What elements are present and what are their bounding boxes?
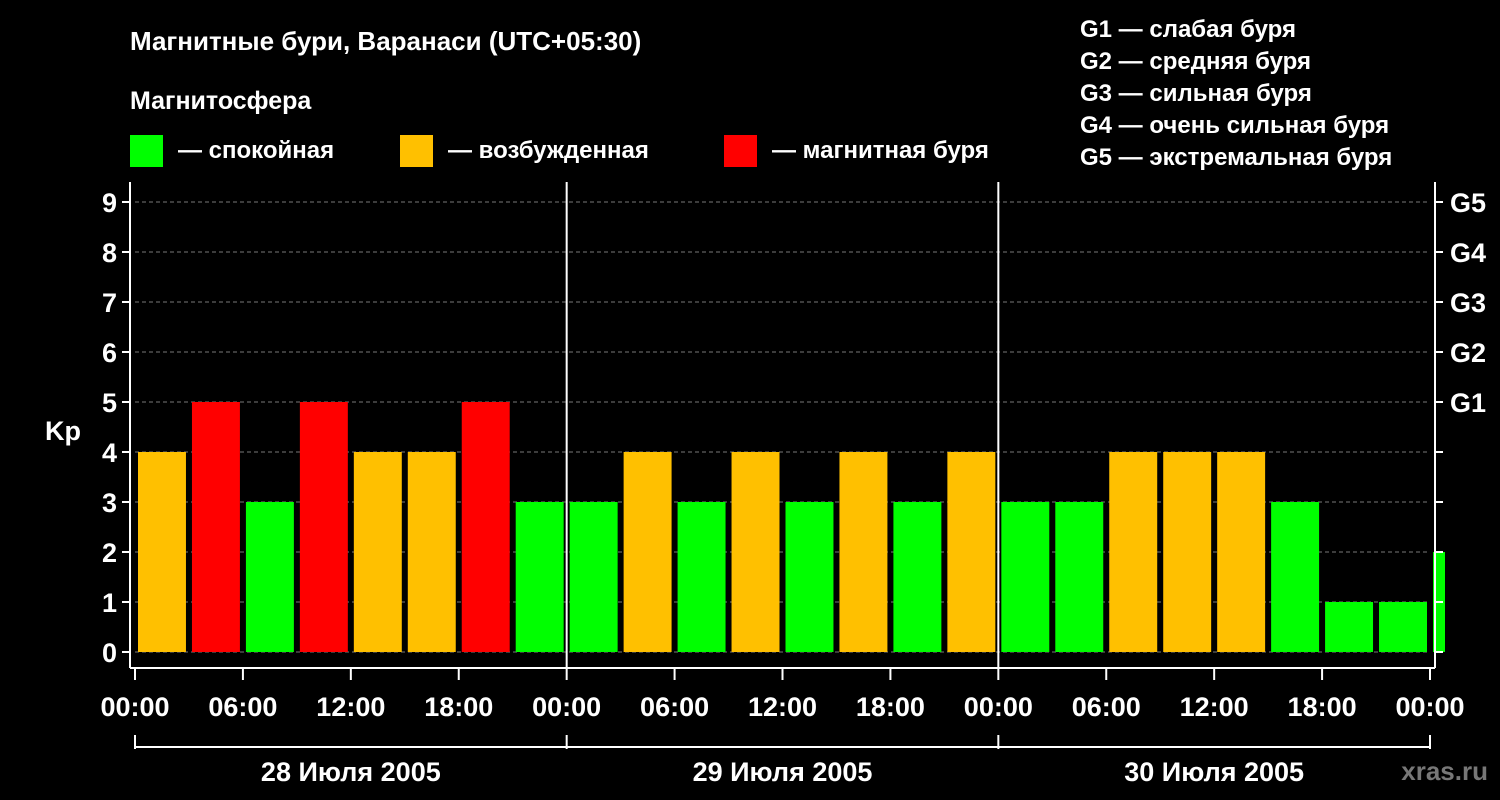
kp-bar-3 (299, 402, 348, 652)
kp-bar-20 (1217, 452, 1266, 652)
y-tick-label-4: 4 (102, 438, 117, 468)
g-scale-item-5: G5 — экстремальная буря (1080, 144, 1392, 171)
legend-swatch-2 (724, 135, 757, 167)
y-tick-label-2: 2 (102, 538, 117, 568)
g-tick-label-G2: G2 (1450, 338, 1486, 368)
g-scale-item-2: G2 — средняя буря (1080, 48, 1311, 75)
x-tick-label-7: 18:00 (856, 692, 925, 722)
magnetosphere-label: Магнитосфера (130, 87, 312, 115)
legend-label-2: — магнитная буря (772, 137, 989, 164)
y-tick-label-3: 3 (102, 488, 117, 518)
x-tick-label-1: 06:00 (208, 692, 277, 722)
kp-bar-6 (461, 402, 510, 652)
kp-bar-13 (839, 452, 888, 652)
kp-bar-14 (893, 502, 942, 652)
legend-label-1: — возбужденная (448, 137, 649, 164)
kp-bar-23 (1379, 602, 1427, 652)
kp-bar-7 (515, 502, 564, 652)
kp-bar-1 (191, 402, 240, 652)
kp-bar-8 (569, 502, 618, 652)
x-tick-label-2: 12:00 (316, 692, 385, 722)
kp-bar-11 (731, 452, 780, 652)
kp-bar-15 (947, 452, 996, 652)
kp-bar-18 (1109, 452, 1158, 652)
g-scale-item-3: G3 — сильная буря (1080, 80, 1312, 107)
x-tick-label-4: 00:00 (532, 692, 601, 722)
kp-bar-5 (407, 452, 456, 652)
g-scale-legend: G1 — слабая буря G2 — средняя буря G3 — си… (1080, 16, 1392, 171)
legend-label-0: — спокойная (178, 137, 334, 164)
chart-title: Магнитные бури, Варанаси (UTC+05:30) (130, 26, 641, 56)
kp-bar-12 (785, 502, 834, 652)
x-tick-label-3: 18:00 (424, 692, 493, 722)
y-tick-label-8: 8 (102, 238, 117, 268)
legend-swatch-1 (400, 135, 433, 167)
kp-bar-16 (1001, 502, 1050, 652)
y-tick-label-6: 6 (102, 338, 117, 368)
kp-bar-22 (1325, 602, 1374, 652)
x-tick-label-10: 12:00 (1180, 692, 1249, 722)
y-tick-label-5: 5 (102, 388, 117, 418)
g-tick-label-G3: G3 (1450, 288, 1486, 318)
day-label-1: 29 Июля 2005 (693, 757, 873, 787)
legend: — спокойная — возбужденная — магнитная бур… (130, 135, 989, 167)
kp-bar-19 (1163, 452, 1212, 652)
kp-bar-9 (623, 452, 672, 652)
x-tick-label-6: 12:00 (748, 692, 817, 722)
y-tick-label-9: 9 (102, 188, 117, 218)
kp-bar-10 (677, 502, 726, 652)
watermark: xras.ru (1401, 756, 1488, 786)
g-tick-label-G5: G5 (1450, 188, 1486, 218)
x-tick-label-8: 00:00 (964, 692, 1033, 722)
kp-bar-2 (245, 502, 294, 652)
kp-bar-21 (1271, 502, 1320, 652)
day-label-2: 30 Июля 2005 (1124, 757, 1304, 787)
y-tick-label-1: 1 (102, 588, 117, 618)
kp-bar-17 (1055, 502, 1104, 652)
x-tick-label-9: 06:00 (1072, 692, 1141, 722)
day-label-0: 28 Июля 2005 (261, 757, 441, 787)
bars (138, 402, 1445, 652)
g-tick-label-G4: G4 (1450, 238, 1486, 268)
kp-bar-4 (353, 452, 402, 652)
g-tick-label-G1: G1 (1450, 388, 1486, 418)
kp-bar-0 (138, 452, 186, 652)
y-tick-label-7: 7 (102, 288, 117, 318)
chart: Магнитные бури, Варанаси (UTC+05:30) Маг… (45, 16, 1488, 787)
x-tick-label-12: 00:00 (1395, 692, 1464, 722)
y-tick-label-0: 0 (102, 638, 117, 668)
x-tick-label-5: 06:00 (640, 692, 709, 722)
y-axis-label: Kp (45, 416, 81, 446)
x-tick-label-11: 18:00 (1288, 692, 1357, 722)
legend-swatch-0 (130, 135, 163, 167)
g-scale-item-4: G4 — очень сильная буря (1080, 112, 1389, 139)
g-scale-item-1: G1 — слабая буря (1080, 16, 1296, 43)
x-tick-label-0: 00:00 (100, 692, 169, 722)
